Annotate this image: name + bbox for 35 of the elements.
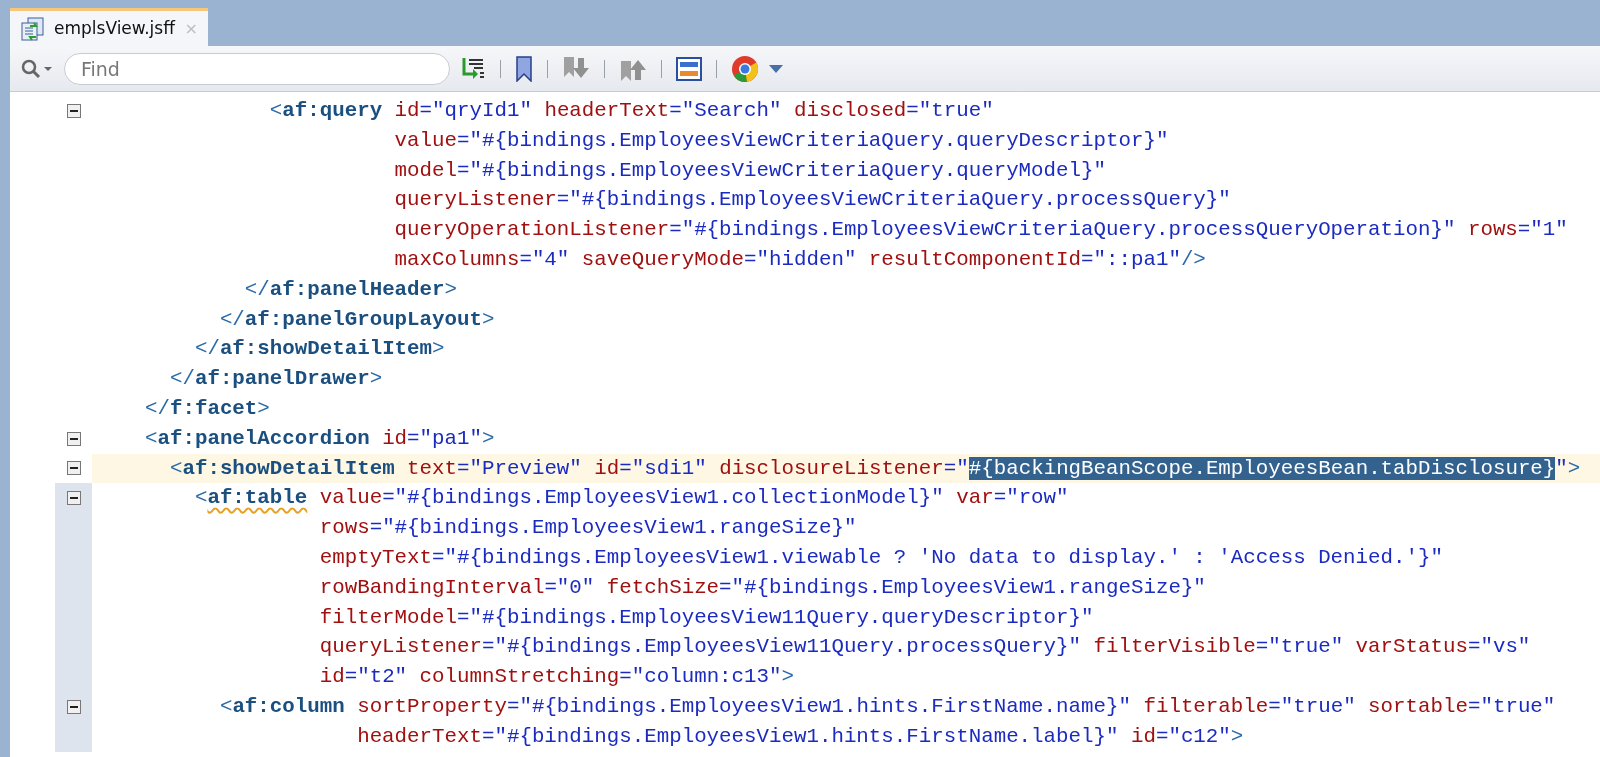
dropdown-caret-icon[interactable] [769,63,783,74]
search-field[interactable]: Find [64,52,450,85]
code-line: filterModel="#{bindings.EmployeesView11Query.queryDescriptor}" [318,604,1095,631]
code-line: </af:panelGroupLayout> [218,306,496,333]
bookmark-icon[interactable] [515,55,533,82]
code-line: <af:panelAccordion id="pa1"> [144,425,496,452]
code-line: </af:showDetailItem> [193,336,446,363]
code-line: queryListener="#{bindings.EmployeesView11Query.processQuery}" filterVisible="true" varStatus="vs" [318,634,1532,661]
collapse-icon[interactable] [66,491,81,506]
code-line: maxColumns="4" saveQueryMode="hidden" resultComponentId="::pa1"/> [393,247,1207,273]
document-icon [20,16,46,41]
code-line: </af:panelHeader> [243,276,459,303]
code-line: </f:facet> [144,395,271,422]
code-line: <af:query id="qryId1" headerText="Search" disclosed="true" [268,98,995,124]
code-line: queryListener="#{bindings.EmployeesViewCriteriaQuery.processQuery}" [393,187,1232,214]
collapse-icon[interactable] [66,699,81,714]
file-tab[interactable]: emplsView.jsff × [10,8,208,46]
collapse-icon[interactable] [66,103,81,118]
code-line: model="#{bindings.EmployeesViewCriteriaQuery.queryModel}" [393,157,1107,184]
code-line: </af:panelDrawer> [168,366,384,393]
list-arrow-icon[interactable] [460,55,486,82]
code-line: id="t2" columnStretching="column:c13"> [318,664,795,691]
browser-icon[interactable] [731,54,759,83]
code-line: <af:column sortProperty="#{bindings.EmployeesView1.hints.FirstName.name}" filterable="true" sortable="true" [218,693,1557,720]
code-line: queryOperationListener="#{bindings.EmployeesViewCriteriaQuery.processQueryOperation}" rows="1" [393,217,1569,244]
code-line: value="#{bindings.EmployeesViewCriteriaQuery.queryDescriptor}" [393,127,1170,154]
panel-icon[interactable] [676,55,702,82]
search-icon[interactable] [20,57,54,80]
collapse-icon[interactable] [66,431,81,446]
code-line: headerText="#{bindings.EmployeesView1.hints.FirstName.label}" id="c12"> [356,723,1245,750]
collapse-icon[interactable] [66,461,81,476]
code-line: rowBandingInterval="0" fetchSize="#{bindings.EmployeesView1.rangeSize}" [318,574,1207,601]
code-line: emptyText="#{bindings.EmployeesView1.viewable ? 'No data to display.' : 'Access Denied.'}" [318,544,1444,571]
code-line: <af:table value="#{bindings.EmployeesView1.collectionModel}" var="row" [193,485,1070,512]
code-line: rows="#{bindings.EmployeesView1.rangeSize}" [318,515,858,542]
